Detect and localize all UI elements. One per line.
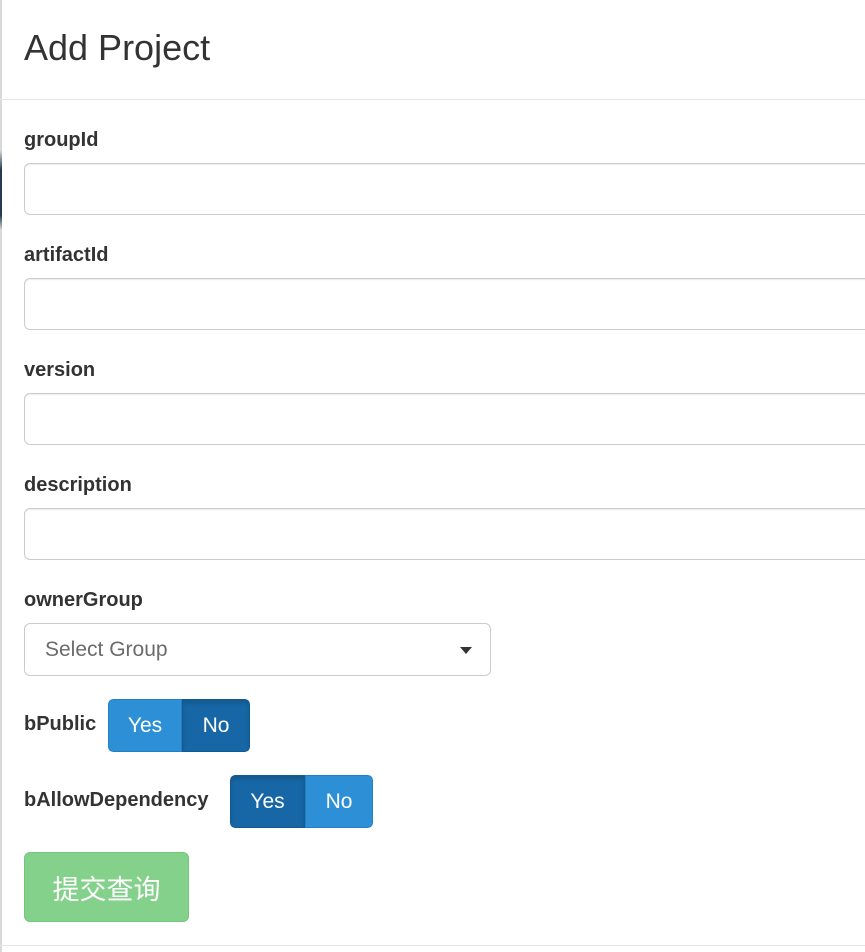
footer-divider	[0, 945, 865, 946]
ballowdependency-label: bAllowDependency	[24, 789, 209, 811]
ownergroup-select[interactable]: Select Group	[24, 623, 491, 676]
submit-button[interactable]: 提交查询	[24, 852, 189, 922]
modal-header: Add Project	[0, 0, 865, 100]
ballowdependency-yes-button[interactable]: Yes	[230, 775, 305, 828]
bpublic-no-button[interactable]: No	[182, 699, 250, 752]
ownergroup-selected-value: Select Group	[45, 638, 168, 661]
bpublic-toggle: Yes No	[108, 699, 250, 752]
artifactid-label: artifactId	[24, 244, 109, 266]
bpublic-label: bPublic	[24, 713, 97, 735]
modal-title: Add Project	[24, 27, 211, 68]
ballowdependency-no-button[interactable]: No	[305, 775, 373, 828]
chevron-down-icon	[460, 647, 472, 654]
ownergroup-label: ownerGroup	[24, 589, 143, 611]
artifactid-input[interactable]	[24, 278, 865, 330]
description-label: description	[24, 474, 132, 496]
groupid-label: groupId	[24, 129, 99, 151]
ballowdependency-toggle: Yes No	[230, 775, 373, 828]
window-edge	[0, 0, 2, 952]
description-input[interactable]	[24, 508, 865, 560]
bpublic-yes-button[interactable]: Yes	[108, 699, 182, 752]
version-label: version	[24, 359, 96, 381]
version-input[interactable]	[24, 393, 865, 445]
groupid-input[interactable]	[24, 163, 865, 215]
